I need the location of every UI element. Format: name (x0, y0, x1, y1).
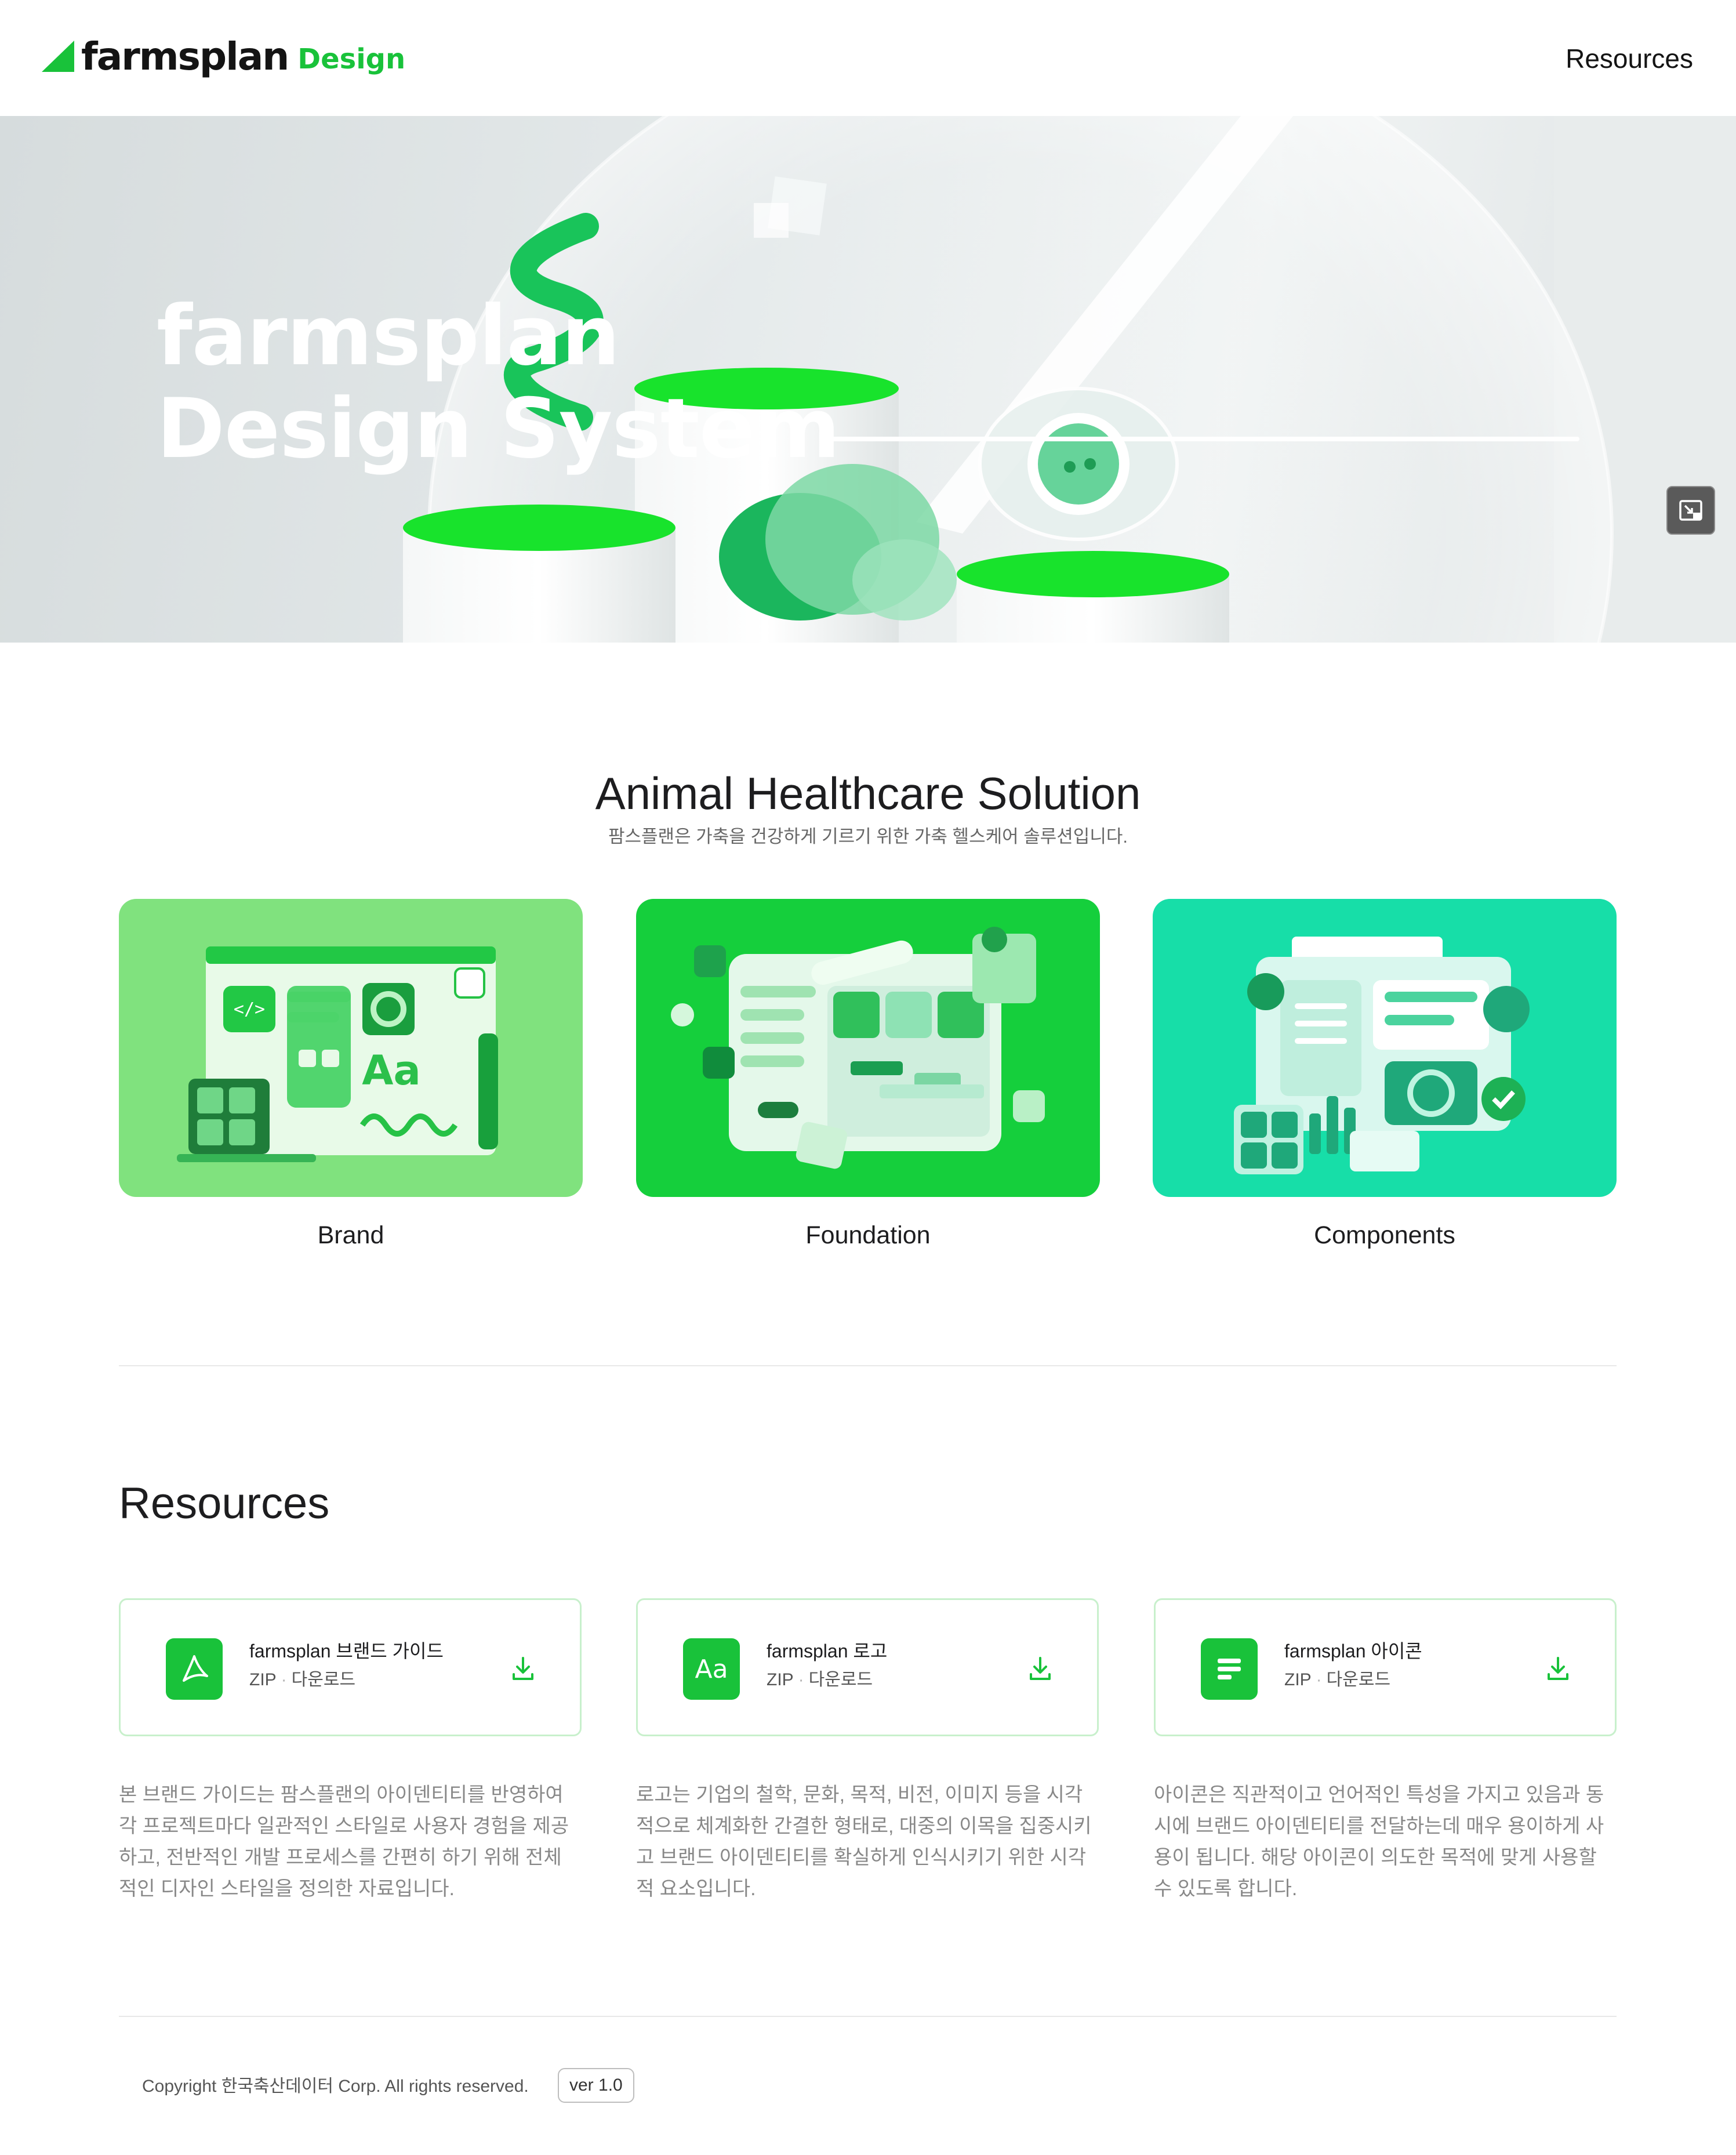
footer-copyright: Copyright 한국축산데이터 Corp. All rights reser… (142, 2077, 529, 2096)
nav-resources-link[interactable]: Resources (1566, 38, 1693, 79)
download-icon[interactable] (1024, 1652, 1056, 1685)
meta-separator: · (281, 1670, 287, 1689)
resource-meta: ZIP · 다운로드 (767, 1666, 873, 1694)
resource-card-icons[interactable]: farmsplan 아이콘 ZIP · 다운로드 (1154, 1598, 1617, 1736)
download-icon[interactable] (507, 1652, 539, 1685)
resource-card-brand-guide[interactable]: farmsplan 브랜드 가이드 ZIP · 다운로드 (119, 1598, 582, 1736)
resource-meta: ZIP · 다운로드 (1284, 1666, 1390, 1694)
brand-illustration: </> Aa (177, 946, 498, 1162)
card-components[interactable] (1153, 899, 1617, 1197)
download-icon[interactable] (1542, 1652, 1574, 1685)
resource-description-logo: 로고는 기업의 철학, 문화, 목적, 비전, 이미지 등을 시각적으로 체계화… (636, 1784, 1092, 1900)
hero-title: farmsplan Design System (157, 288, 840, 477)
resource-action: 다운로드 (291, 1670, 356, 1689)
version-badge: ver 1.0 (558, 2068, 634, 2103)
resource-format: ZIP (249, 1670, 277, 1689)
logo[interactable]: farmsplan Design (42, 34, 405, 80)
card-label-brand[interactable]: Brand (119, 1218, 583, 1253)
picture-in-picture-button[interactable] (1666, 486, 1715, 535)
card-label-foundation[interactable]: Foundation (636, 1218, 1100, 1253)
svg-text:</>: </> (234, 999, 265, 1020)
hero-banner: farmsplan Design System (0, 116, 1736, 643)
resource-action: 다운로드 (808, 1670, 873, 1689)
section-title: Animal Healthcare Solution (595, 768, 1141, 819)
logo-suffix: Design (297, 43, 406, 75)
footer-divider (119, 2016, 1617, 2017)
card-label-components[interactable]: Components (1153, 1218, 1617, 1253)
meta-separator: · (798, 1670, 804, 1689)
resource-action: 다운로드 (1326, 1670, 1391, 1689)
font-icon: Aa (683, 1638, 740, 1700)
resource-name: farmsplan 브랜드 가이드 (249, 1641, 444, 1661)
resource-name: farmsplan 로고 (767, 1641, 888, 1661)
hero-divider-line (822, 437, 1579, 441)
logo-triangle-icon (42, 41, 74, 72)
logo-wordmark: farmsplan (81, 34, 289, 79)
pdf-icon (166, 1638, 223, 1700)
section-subtitle: 팜스플랜은 가축을 건강하게 기르기 위한 가축 헬스케어 솔루션입니다. (608, 826, 1128, 847)
site-header: farmsplan Design Resources (0, 0, 1736, 116)
resource-name: farmsplan 아이콘 (1284, 1641, 1422, 1661)
resource-format: ZIP (1284, 1670, 1312, 1689)
resource-format: ZIP (767, 1670, 794, 1689)
svg-text:Aa: Aa (362, 1047, 420, 1094)
document-icon (1201, 1638, 1258, 1700)
resource-meta: ZIP · 다운로드 (249, 1666, 355, 1694)
card-foundation[interactable] (636, 899, 1100, 1197)
card-brand[interactable]: </> Aa (119, 899, 583, 1197)
section-divider (119, 1365, 1617, 1366)
foundation-illustration (671, 927, 1045, 1169)
resource-description-icons: 아이콘은 직관적이고 언어적인 특성을 가지고 있음과 동시에 브랜드 아이덴티… (1154, 1784, 1604, 1900)
resources-title: Resources (119, 1479, 330, 1528)
components-illustration (1234, 937, 1530, 1174)
meta-separator: · (1316, 1670, 1322, 1689)
resource-card-logo[interactable]: Aa farmsplan 로고 ZIP · 다운로드 (636, 1598, 1099, 1736)
picture-in-picture-icon (1679, 500, 1702, 521)
resource-description-brand-guide: 본 브랜드 가이드는 팜스플랜의 아이덴티티를 반영하여 각 프로젝트마다 일관… (119, 1784, 569, 1900)
